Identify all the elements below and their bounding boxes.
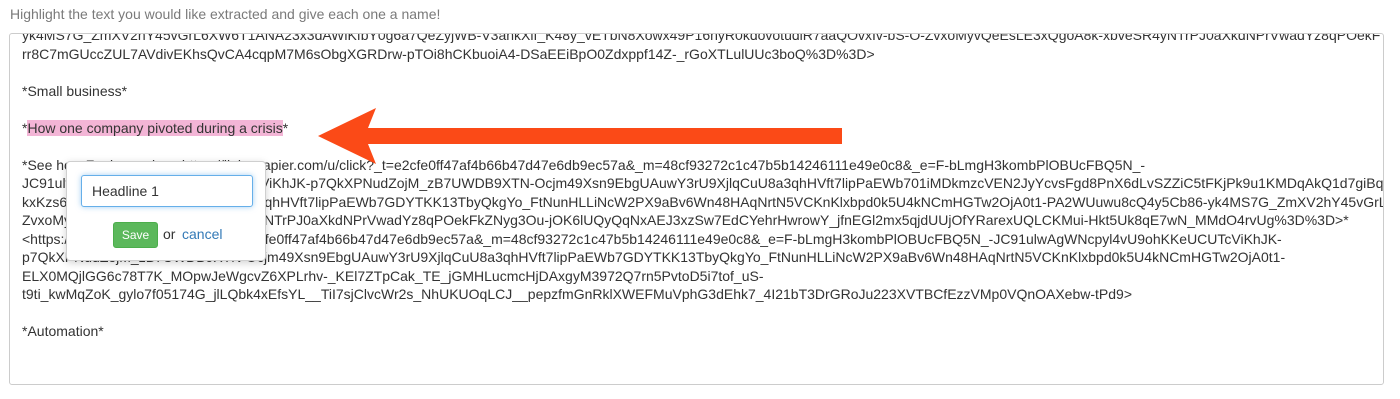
text-line[interactable]: *Small business* xyxy=(22,82,1370,101)
instruction-text: Highlight the text you would like extrac… xyxy=(10,6,441,22)
arrow-annotation-icon xyxy=(318,108,842,164)
text-line[interactable]: rr8C7mGUccZUL7AVdivEKhsQvCA4cqpM7M6sObgX… xyxy=(22,45,1370,64)
name-popover: Save or cancel xyxy=(66,161,266,261)
text-line[interactable]: t9ti_kwMqZoK_gylo7f05174G_jlLQbk4xEfsYL_… xyxy=(22,285,1370,304)
highlighted-headline[interactable]: How one company pivoted during a crisis xyxy=(27,119,283,136)
text-line[interactable]: yk4MS7G_ZmXV2hY45vGrL6XW6T1ANA23x3dAWiKf… xyxy=(22,34,1380,45)
text-line[interactable] xyxy=(22,304,1370,323)
headline-suffix: * xyxy=(282,119,289,136)
extraction-name-input[interactable] xyxy=(81,175,253,207)
cancel-link[interactable]: cancel xyxy=(182,226,222,242)
or-label: or xyxy=(163,226,176,242)
text-line[interactable]: *Automation* xyxy=(22,322,1370,341)
text-line[interactable] xyxy=(22,63,1370,82)
text-line[interactable]: ELX0MQjlGG6c78T7K_MOpwJeWgcvZ6XPLrhv-_KE… xyxy=(22,267,1370,286)
save-button[interactable]: Save xyxy=(113,222,158,248)
